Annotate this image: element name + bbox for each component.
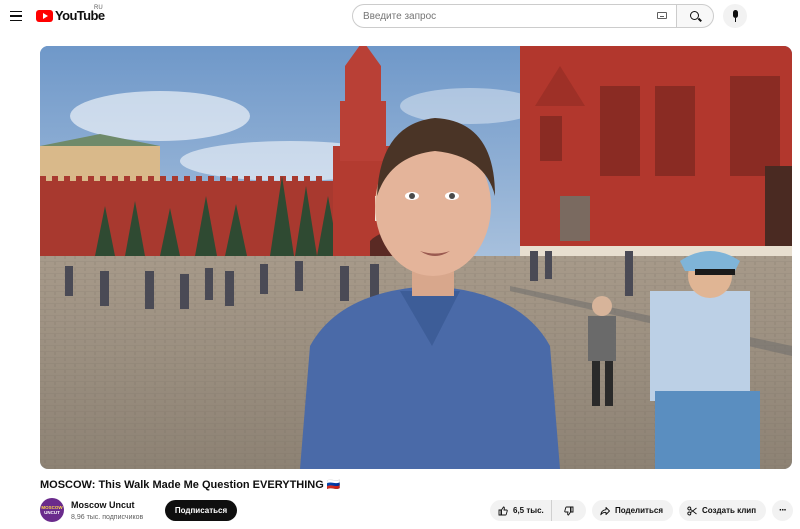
youtube-play-icon [36, 9, 53, 22]
avatar-text-bottom: UNCUT [44, 510, 60, 515]
subscribe-button[interactable]: Подписаться [165, 500, 237, 521]
thumbs-down-icon [564, 506, 574, 516]
like-count: 6,5 тыс. [513, 506, 544, 515]
channel-name[interactable]: Moscow Uncut [71, 500, 135, 510]
like-button[interactable]: 6,5 тыс. [490, 500, 552, 521]
share-button[interactable]: Поделиться [592, 500, 673, 521]
thumbs-up-icon [498, 506, 508, 516]
video-frame [40, 46, 792, 469]
top-bar: YouTube RU [0, 0, 800, 32]
more-actions-button[interactable]: ··· [772, 500, 793, 521]
dislike-button[interactable] [552, 500, 586, 521]
video-player[interactable] [40, 46, 792, 469]
channel-avatar[interactable]: MOSCOW UNCUT [40, 498, 64, 522]
like-dislike-group: 6,5 тыс. [490, 500, 586, 521]
keyboard-icon[interactable] [657, 12, 667, 19]
share-arrow-icon [600, 506, 610, 516]
menu-icon[interactable] [6, 6, 26, 26]
search-button[interactable] [676, 4, 714, 28]
create-clip-button[interactable]: Создать клип [679, 500, 766, 521]
search-input[interactable] [352, 4, 676, 28]
voice-search-button[interactable] [723, 4, 747, 28]
clip-label: Создать клип [702, 506, 757, 515]
scissors-icon [687, 506, 697, 516]
mic-icon [732, 10, 738, 18]
share-label: Поделиться [615, 506, 664, 515]
more-horizontal-icon: ··· [779, 505, 787, 516]
video-title: MOSCOW: This Walk Made Me Question EVERY… [40, 479, 341, 491]
search-bar [352, 4, 714, 28]
logo-region: RU [94, 5, 103, 11]
subscriber-count: 8,96 тыс. подписчиков [71, 514, 144, 521]
